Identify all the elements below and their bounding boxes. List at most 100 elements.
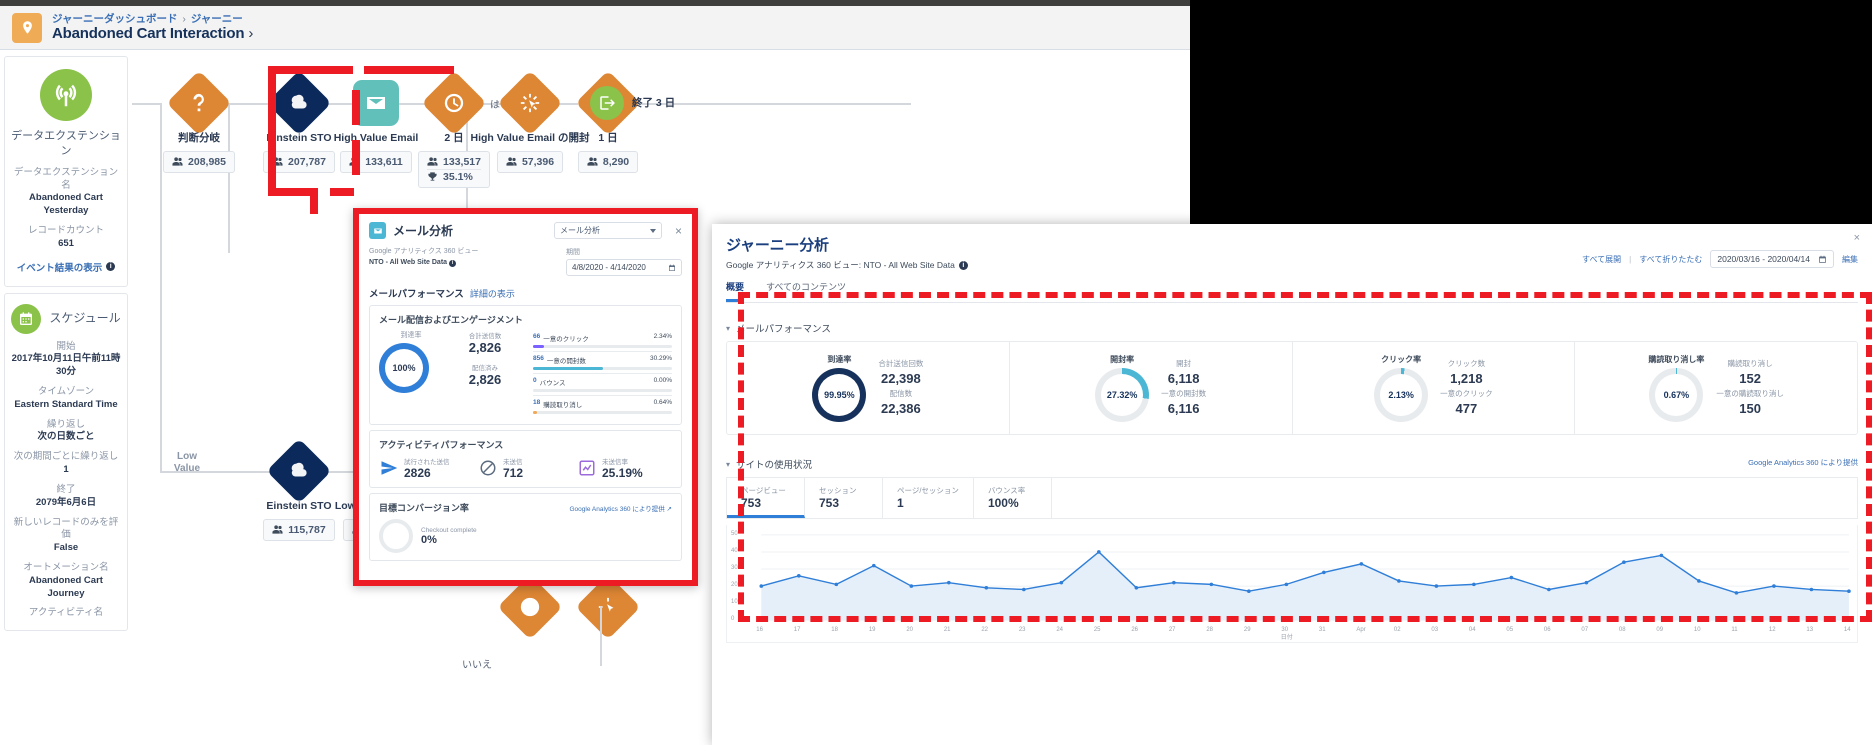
wire-label-partial: いいえ <box>462 656 492 671</box>
row-label: バウンス <box>540 377 566 387</box>
metric-click-rate: クリック率 2.13% クリック数 1,218 一意のクリック 477 <box>1293 342 1576 434</box>
email-performance-section-title: メールパフォーマンス詳細の表示 <box>369 286 682 300</box>
row-label: 一意のクリック <box>543 333 589 343</box>
schedule-interval-label: 次の期間ごとに繰り返し <box>11 451 121 464</box>
metric-ring-group: 到達率 99.95% <box>812 354 866 422</box>
kpi-pageviews[interactable]: ページビュー 753 <box>727 478 805 518</box>
metric-ring: 27.32% <box>1095 368 1149 422</box>
view-details-link[interactable]: 詳細の表示 <box>470 289 515 299</box>
date-range-value: 2020/03/16 - 2020/04/14 <box>1717 254 1810 264</box>
section-title-text: メールパフォーマンス <box>369 289 464 300</box>
conversion-ga-link[interactable]: Google Analytics 360 により提供 ↗ <box>569 503 672 513</box>
row-count: 856 <box>533 355 544 365</box>
collapse-all-link[interactable]: すべて折りたたむ <box>1639 254 1702 265</box>
de-count-value: 651 <box>11 238 121 251</box>
site-usage-accordion[interactable]: ▾ サイトの使用状況 <box>726 457 812 471</box>
metric-stats: クリック数 1,218 一意のクリック 477 <box>1440 358 1493 419</box>
chart-x-tick: 06 <box>1544 627 1551 633</box>
row-bar-fill <box>533 367 603 370</box>
journey-panel-body: ▾ メールパフォーマンス 到達率 99.95% 合計送信回数 22,398 配信… <box>712 303 1872 643</box>
activity-sent: 試行された送信2826 <box>379 456 474 480</box>
breadcrumb-child[interactable]: ジャーニー <box>191 13 243 25</box>
row-label: 購読取り消し <box>543 399 582 409</box>
chart-x-tick: 29 <box>1244 627 1251 633</box>
total-sent-value: 2,826 <box>443 340 527 356</box>
metric-ring-label: クリック率 <box>1381 354 1421 365</box>
schedule-interval-value: 1 <box>11 464 121 477</box>
total-sent-label: 合計送信数 <box>443 330 527 340</box>
conversion-title: 目標コンバージョン率 <box>379 501 469 514</box>
metric-ring-label: 到達率 <box>827 354 851 365</box>
metric-ring: 2.13% <box>1374 368 1428 422</box>
schedule-start-value: 2017年10月11日午前11時30分 <box>11 353 121 379</box>
node-label: 1 日 <box>548 132 668 145</box>
calendar-icon <box>668 264 676 272</box>
close-icon[interactable]: × <box>675 224 682 238</box>
info-icon[interactable]: i <box>106 262 115 271</box>
node-partial-f[interactable] <box>548 584 668 630</box>
conversion-ring <box>379 519 413 553</box>
row-pct: 0.00% <box>654 377 672 387</box>
kpi-bounce-rate[interactable]: バウンス率 100% <box>974 478 1052 518</box>
date-range-picker[interactable]: 2020/03/16 - 2020/04/14 <box>1710 250 1834 268</box>
metric-stat-label: 開封 <box>1161 358 1206 369</box>
view-event-results-link[interactable]: イベント結果の表示 i <box>17 260 116 274</box>
schedule-tz-label: タイムゾーン <box>11 386 121 399</box>
conversion-ga-label: Google Analytics 360 により提供 <box>569 506 664 513</box>
row-bar-fill <box>533 411 537 414</box>
kpi-sessions[interactable]: セッション 753 <box>805 478 883 518</box>
chart-y-tick: 40 <box>731 548 738 554</box>
node-exit[interactable]: 終了 3 日 <box>590 86 750 120</box>
kpi-spacer <box>1052 478 1857 518</box>
metric-ring-group: 開封率 27.32% <box>1095 354 1149 422</box>
delivery-rate-value: 100% <box>385 349 423 387</box>
page-title-chevron-icon[interactable]: › <box>248 25 253 42</box>
delivery-rate-block: 到達率 100% <box>379 330 443 417</box>
metric-ring-group: クリック率 2.13% <box>1374 354 1428 422</box>
breadcrumb-separator-icon: › <box>182 13 186 25</box>
period-label: 期間 <box>566 247 682 257</box>
expand-all-link[interactable]: すべて展開 <box>1582 254 1621 265</box>
info-icon[interactable]: i <box>449 260 456 267</box>
kpi-label: セッション <box>819 485 868 496</box>
metric-stats: 合計送信回数 22,398 配信数 22,386 <box>878 358 923 419</box>
site-ga-link[interactable]: Google Analytics 360 により提供 <box>1748 457 1858 468</box>
chart-y-tick: 0 <box>731 616 734 622</box>
row-pct: 2.34% <box>654 333 672 343</box>
journey-analytics-panel: × ジャーニー分析 Google アナリティクス 360 ビュー: NTO - … <box>712 224 1872 745</box>
engagement-row-open: 856一意の開封数30.29% <box>533 351 672 373</box>
breadcrumb[interactable]: ジャーニーダッシュボード › ジャーニー <box>52 13 253 25</box>
activity-title: アクティビティパフォーマンス <box>379 438 672 451</box>
metric-ring-value: 27.32% <box>1101 374 1143 416</box>
metric-stat-value: 6,118 <box>1161 369 1206 389</box>
tab-all-content[interactable]: すべてのコンテンツ <box>766 280 846 302</box>
page-title: Abandoned Cart Interaction› <box>52 25 253 42</box>
chart-x-tick: 03 <box>1431 627 1438 633</box>
metric-stat-label: 一意の開封数 <box>1161 388 1206 399</box>
period-input[interactable]: 4/8/2020 - 4/14/2020 <box>566 259 682 276</box>
chart-x-tick: 23 <box>1019 627 1026 633</box>
chart-x-tick: 21 <box>944 627 951 633</box>
chevron-down-icon <box>650 229 656 233</box>
email-performance-accordion[interactable]: ▾ メールパフォーマンス <box>726 321 1858 335</box>
chart-y-tick: 20 <box>731 582 738 588</box>
metric-stat-value: 22,398 <box>878 369 923 389</box>
conversion-value: 0% <box>421 534 477 546</box>
stat-row: 57,396 <box>506 155 554 169</box>
activity-row: 試行された送信2826 未送信712 未送信率25.19% <box>379 456 672 480</box>
breadcrumb-root[interactable]: ジャーニーダッシュボード <box>52 13 177 25</box>
chart-x-tick: 04 <box>1469 627 1476 633</box>
edit-link[interactable]: 編集 <box>1842 254 1858 265</box>
chevron-down-icon: ▾ <box>726 460 730 469</box>
email-analysis-selector[interactable]: メール分析 <box>554 222 662 239</box>
site-usage-chart: 16171819202122232425262728293031Apr02030… <box>726 525 1858 643</box>
annotation-hv-top-a <box>268 66 353 74</box>
activity-unsent-rate: 未送信率25.19% <box>577 456 672 480</box>
tab-overview[interactable]: 概要 <box>726 280 744 302</box>
chart-y-tick: 30 <box>731 565 738 571</box>
conversion-header: 目標コンバージョン率 Google Analytics 360 により提供 ↗ <box>379 501 672 514</box>
close-icon[interactable]: × <box>1854 232 1860 244</box>
screenshot-root: ジャーニーダッシュボード › ジャーニー Abandoned Cart Inte… <box>0 0 1872 745</box>
kpi-pages-per-session[interactable]: ページ/セッション 1 <box>883 478 974 518</box>
info-icon[interactable]: i <box>959 261 968 270</box>
